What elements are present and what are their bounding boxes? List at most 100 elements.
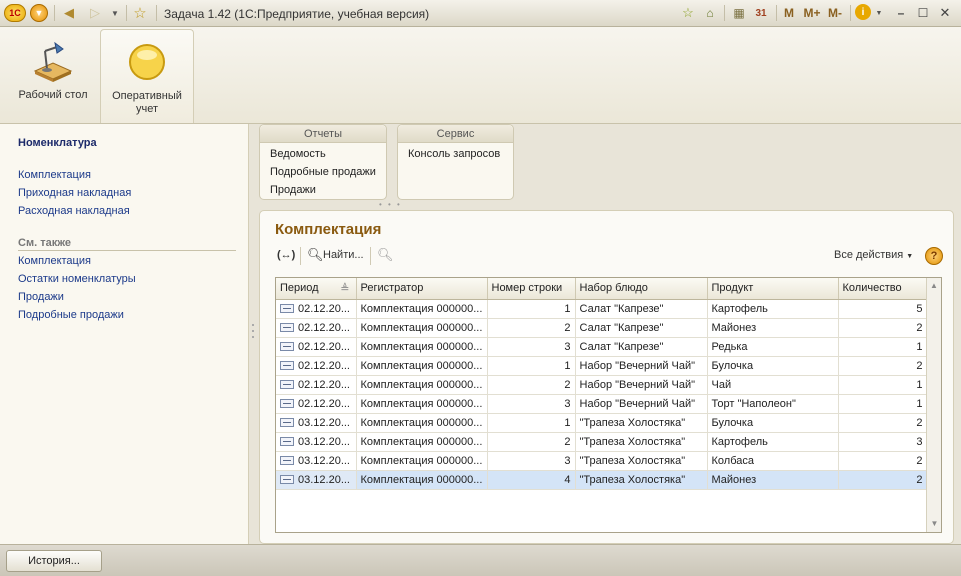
see-also-link[interactable]: Продажи <box>18 291 64 303</box>
cancel-search-icon[interactable]: 🔍︎ <box>377 247 394 263</box>
all-actions-label: Все действия <box>834 249 904 261</box>
find-button[interactable]: Найти... <box>323 249 364 261</box>
table-row[interactable]: 02.12.20... Комплектация 000000... 3 Набор … <box>276 394 928 414</box>
cell-quantity: 1 <box>838 394 928 414</box>
cell-period: 03.12.20... <box>276 470 357 490</box>
see-also-link[interactable]: Комплектация <box>18 255 91 267</box>
memory-minus-button[interactable]: M- <box>825 4 845 22</box>
calculator-icon[interactable]: ▦ <box>731 4 747 22</box>
vertical-scrollbar[interactable]: ▲ ▼ <box>926 278 941 532</box>
register-record-icon <box>280 342 294 351</box>
scroll-down-icon[interactable]: ▼ <box>927 516 941 532</box>
cell-quantity: 2 <box>838 318 928 338</box>
close-icon[interactable]: ✕ <box>938 4 952 22</box>
navigation-panel: Номенклатура Комплектация Приходная накл… <box>0 124 249 544</box>
table-row[interactable]: 02.12.20... Комплектация 000000... 2 Салат … <box>276 318 928 338</box>
cell-dish-set: "Трапеза Холостяка" <box>575 413 708 433</box>
history-dropdown-icon[interactable]: ▼ <box>108 4 122 22</box>
add-favorite-icon[interactable]: ☆ <box>680 4 696 22</box>
cell-quantity: 1 <box>838 375 928 395</box>
bookmark-icon[interactable]: ⌂ <box>702 4 718 22</box>
nav-header[interactable]: Номенклатура <box>18 137 97 149</box>
minimize-icon[interactable]: – <box>894 4 908 22</box>
maximize-icon[interactable]: ☐ <box>916 4 930 22</box>
forward-arrow-icon[interactable]: ▷ <box>86 4 104 22</box>
cell-registrar: Комплектация 000000... <box>356 318 488 338</box>
column-line-number[interactable]: Номер строки <box>487 278 576 300</box>
section-desktop[interactable]: Рабочий стол <box>6 29 100 123</box>
search-icon[interactable]: 🔍︎ <box>307 247 324 263</box>
cell-period: 02.12.20... <box>276 299 357 319</box>
column-product[interactable]: Продукт <box>707 278 839 300</box>
nav-link[interactable]: Расходная накладная <box>18 205 130 217</box>
register-record-icon <box>280 380 294 389</box>
table-row[interactable]: 03.12.20... Комплектация 000000... 3 "Трапе… <box>276 451 928 471</box>
help-icon[interactable]: ? <box>925 247 943 265</box>
form-title: Комплектация <box>275 221 382 238</box>
cell-product: Майонез <box>707 318 839 338</box>
resize-handle[interactable]: • • • <box>379 200 409 209</box>
table-header: Период ≜ Регистратор Номер строки Набор б… <box>276 278 928 300</box>
cell-quantity: 2 <box>838 356 928 376</box>
column-period[interactable]: Период ≜ <box>276 278 357 300</box>
group-title: Сервис <box>398 125 513 143</box>
register-record-icon <box>280 361 294 370</box>
window-title: Задача 1.42 (1С:Предприятие, учебная вер… <box>164 7 430 21</box>
see-also-link[interactable]: Остатки номенклатуры <box>18 273 136 285</box>
desk-lamp-icon <box>31 39 75 83</box>
table-row[interactable]: 02.12.20... Комплектация 000000... 3 Салат … <box>276 337 928 357</box>
cell-registrar: Комплектация 000000... <box>356 299 488 319</box>
cell-product: Редька <box>707 337 839 357</box>
column-dish-set[interactable]: Набор блюдо <box>575 278 708 300</box>
cell-line-number: 2 <box>487 375 576 395</box>
cell-registrar: Комплектация 000000... <box>356 337 488 357</box>
section-operational[interactable]: Оперативный учет <box>100 29 194 123</box>
cell-product: Торт "Наполеон" <box>707 394 839 414</box>
cell-line-number: 1 <box>487 356 576 376</box>
form-toolbar: (↔) 🔍︎ Найти... 🔍︎ Все действия ▼ ? <box>275 247 945 267</box>
cell-quantity: 5 <box>838 299 928 319</box>
move-to-icon[interactable]: (↔) <box>277 249 295 261</box>
report-link[interactable]: Подробные продажи <box>260 163 386 181</box>
memory-plus-button[interactable]: M+ <box>802 4 822 22</box>
table-row[interactable]: 03.12.20... Комплектация 000000... 4 "Трапе… <box>276 470 928 490</box>
history-button[interactable]: История... <box>6 550 102 572</box>
calendar-icon[interactable]: 31 <box>753 4 769 22</box>
table-row[interactable]: 02.12.20... Комплектация 000000... 1 Набор … <box>276 356 928 376</box>
cell-quantity: 2 <box>838 413 928 433</box>
report-link[interactable]: Ведомость <box>260 145 386 163</box>
table-row[interactable]: 03.12.20... Комплектация 000000... 1 "Трапе… <box>276 413 928 433</box>
back-arrow-icon[interactable]: ◀ <box>60 4 78 22</box>
chevron-down-icon: ▼ <box>906 253 914 260</box>
all-actions-button[interactable]: Все действия ▼ <box>834 249 913 261</box>
cell-line-number: 1 <box>487 413 576 433</box>
column-registrar[interactable]: Регистратор <box>356 278 488 300</box>
cell-registrar: Комплектация 000000... <box>356 413 488 433</box>
see-also-link[interactable]: Подробные продажи <box>18 309 124 321</box>
nav-link[interactable]: Приходная накладная <box>18 187 131 199</box>
memory-button[interactable]: M <box>782 4 796 22</box>
register-record-icon <box>280 418 294 427</box>
table-row[interactable]: 02.12.20... Комплектация 000000... 2 Набор … <box>276 375 928 395</box>
column-quantity[interactable]: Количество <box>838 278 928 300</box>
nav-link[interactable]: Комплектация <box>18 169 91 181</box>
main-menu-button[interactable]: ▼ <box>30 4 48 22</box>
app-logo-icon[interactable]: 1С <box>4 4 26 22</box>
cell-registrar: Комплектация 000000... <box>356 432 488 452</box>
service-group: Сервис Консоль запросов <box>397 124 514 200</box>
info-icon[interactable]: i <box>855 4 871 20</box>
info-dropdown-icon[interactable]: ▼ <box>874 4 884 22</box>
cell-line-number: 1 <box>487 299 576 319</box>
scroll-up-icon[interactable]: ▲ <box>927 278 941 294</box>
cell-quantity: 2 <box>838 470 928 490</box>
table-row[interactable]: 03.12.20... Комплектация 000000... 2 "Трапе… <box>276 432 928 452</box>
table-row[interactable]: 02.12.20... Комплектация 000000... 1 Салат … <box>276 299 928 319</box>
panel-splitter[interactable] <box>250 320 256 350</box>
favorites-star-icon[interactable]: ☆ <box>131 4 149 22</box>
reports-group: Отчеты Ведомость Подробные продажи Прода… <box>259 124 387 200</box>
report-link[interactable]: Продажи <box>260 181 386 199</box>
service-link[interactable]: Консоль запросов <box>398 145 513 163</box>
cell-registrar: Комплектация 000000... <box>356 470 488 490</box>
cell-dish-set: "Трапеза Холостяка" <box>575 432 708 452</box>
cell-quantity: 2 <box>838 451 928 471</box>
